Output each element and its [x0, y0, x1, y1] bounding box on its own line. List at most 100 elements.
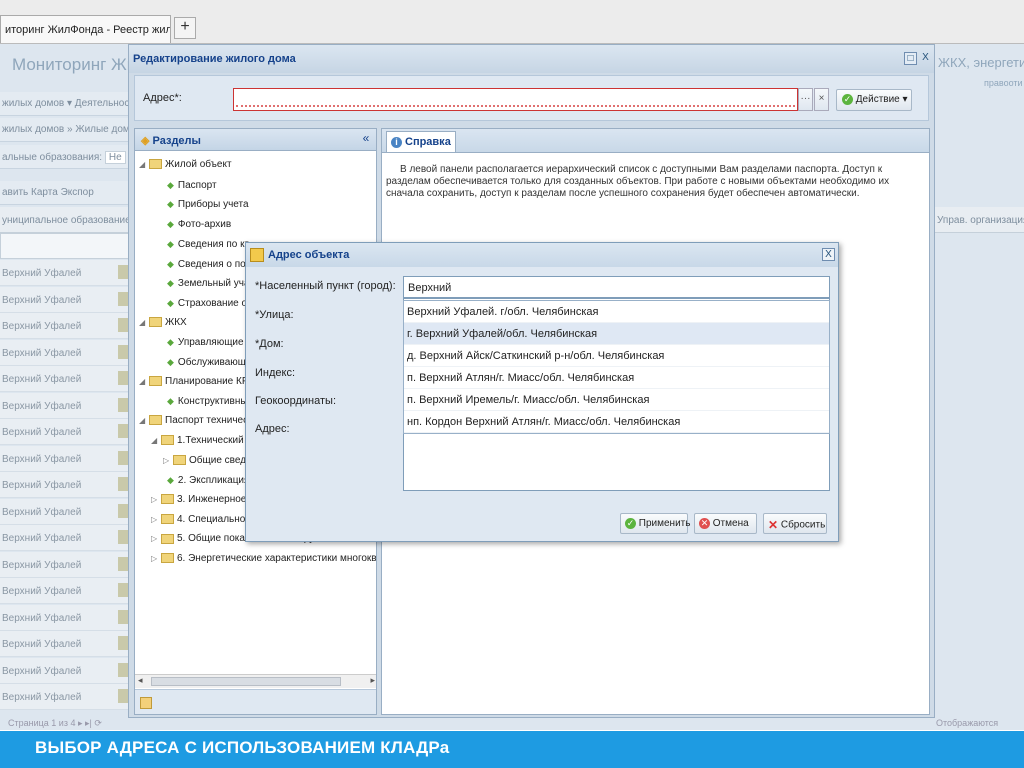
- tree-item[interactable]: ◆ Обслуживающи: [167, 353, 252, 371]
- maximize-button[interactable]: □: [904, 52, 917, 65]
- bg-table-row[interactable]: Верхний Уфалей: [0, 472, 130, 498]
- suggestion-item[interactable]: д. Верхний Айск/Саткинский р-н/обл. Челя…: [404, 345, 829, 367]
- suggestion-item[interactable]: п. Верхний Иремель/г. Миасс/обл. Челябин…: [404, 389, 829, 411]
- tree-item-label: Жилой объект: [165, 159, 232, 170]
- row-marker-icon: [118, 556, 128, 571]
- expand-arrow-icon[interactable]: ▷: [163, 452, 173, 470]
- collapse-arrow-icon[interactable]: ◢: [139, 373, 149, 391]
- tree-item[interactable]: ◆ Конструктивны: [167, 392, 248, 410]
- address-input[interactable]: [233, 88, 798, 111]
- tree-item-label: 3. Инженерное: [177, 493, 247, 505]
- collapse-arrow-icon[interactable]: ◢: [139, 156, 149, 174]
- tree-item[interactable]: ▷ 4. Специальное: [151, 511, 251, 529]
- bg-table-row[interactable]: Верхний Уфалей: [0, 339, 130, 366]
- tree-item[interactable]: ▷ 6. Энергетические характеристики многок…: [151, 550, 376, 568]
- tree-item[interactable]: ◆ Управляющие о: [167, 333, 252, 351]
- tree-item[interactable]: ▷ Общие свед: [163, 452, 246, 470]
- action-menu-button[interactable]: ✓ Действие ▾: [836, 89, 912, 111]
- apply-button[interactable]: ✓ Применить: [620, 513, 691, 534]
- tree-item[interactable]: ◆ Сведения о пом: [167, 255, 253, 273]
- bg-table-row[interactable]: Верхний Уфалей: [0, 392, 130, 419]
- scroll-left-icon[interactable]: ◂: [138, 675, 143, 686]
- reset-button[interactable]: ✕ Сбросить: [763, 513, 827, 534]
- cancel-button[interactable]: ✕ Отмена: [694, 513, 757, 534]
- app-title: Мониторинг Жил: [12, 55, 147, 74]
- collapse-arrow-icon[interactable]: ◢: [151, 432, 161, 450]
- city-label: *Населенный пункт (город):: [255, 280, 396, 292]
- tree-item[interactable]: ◆ Сведения по кв: [167, 235, 250, 253]
- tree-item[interactable]: ◢ 1.Технический п: [151, 432, 252, 450]
- new-tab-button[interactable]: +: [174, 17, 196, 39]
- bg-filter-input[interactable]: Не: [104, 151, 126, 164]
- tab-help[interactable]: i Справка: [386, 131, 456, 152]
- bg-table-row[interactable]: Верхний Уфалей: [0, 525, 130, 551]
- tree-item[interactable]: ▷ 3. Инженерное: [151, 491, 246, 509]
- row-marker-icon: [118, 583, 128, 597]
- bg-table-row[interactable]: Верхний Уфалей: [0, 578, 130, 604]
- bg-table-row[interactable]: Верхний Уфалей: [0, 286, 130, 313]
- bg-table-row[interactable]: Верхний Уфалей: [0, 366, 130, 392]
- address-label: Адрес*:: [143, 92, 182, 104]
- tree-hscrollbar[interactable]: ◂ ▸: [135, 674, 376, 688]
- app-subtitle-right: правооти: [984, 78, 1023, 88]
- tree-item[interactable]: ◢ ЖКХ: [139, 314, 187, 332]
- expand-arrow-icon[interactable]: ▷: [151, 530, 161, 548]
- row-marker-icon: [118, 397, 128, 412]
- bg-table-row[interactable]: Верхний Уфалей: [0, 419, 130, 445]
- tree-item[interactable]: ◆ 2. Экспликация: [167, 471, 249, 489]
- suggestion-item[interactable]: Верхний Уфалей. г/обл. Челябинская: [404, 301, 829, 323]
- tree-item[interactable]: ◢ Жилой объект: [139, 156, 232, 174]
- row-marker-icon: [118, 291, 128, 306]
- bg-table-row[interactable]: Верхний Уфалей: [0, 498, 130, 525]
- row-marker-icon: [118, 609, 128, 624]
- tab-help-label: Справка: [405, 136, 451, 148]
- tree-item[interactable]: ◆ Земельный уча: [167, 274, 250, 292]
- collapse-arrow-icon[interactable]: ◢: [139, 314, 149, 332]
- tree-item[interactable]: ◢ Паспорт техническ: [139, 412, 253, 430]
- tree-item-label: Планирование КР: [165, 375, 249, 387]
- bg-table-row[interactable]: Верхний Уфалей: [0, 657, 130, 684]
- address-clear-trigger[interactable]: ×: [814, 88, 829, 111]
- expand-arrow-icon[interactable]: ▷: [151, 511, 161, 529]
- close-button[interactable]: X: [919, 52, 932, 65]
- suggestion-item[interactable]: нп. Кордон Верхний Атлян/г. Миасс/обл. Ч…: [404, 411, 829, 433]
- scroll-right-icon[interactable]: ▸: [370, 675, 375, 686]
- bg-table-row[interactable]: Верхний Уфалей: [0, 445, 130, 472]
- bg-table-row[interactable]: Верхний Уфалей: [0, 551, 130, 578]
- folder-icon: [149, 376, 162, 387]
- bg-filter-label: альные образования:: [2, 152, 103, 163]
- expand-arrow-icon[interactable]: ▷: [151, 550, 161, 568]
- address-dialog-close-button[interactable]: X: [822, 248, 835, 261]
- footer-tool-icon[interactable]: [140, 697, 152, 709]
- bg-table-row[interactable]: Верхний Уфалей: [0, 604, 130, 631]
- expand-arrow-icon[interactable]: ▷: [151, 491, 161, 509]
- suggestion-item[interactable]: г. Верхний Уфалей/обл. Челябинская: [404, 323, 829, 345]
- suggestion-item[interactable]: п. Верхний Атлян/г. Миасс/обл. Челябинск…: [404, 367, 829, 389]
- bg-table-row[interactable]: Верхний Уфалей: [0, 684, 130, 710]
- address-select-trigger[interactable]: ···: [798, 88, 813, 111]
- bg-table-row[interactable]: Верхний Уфалей: [0, 260, 130, 286]
- bg-table-row[interactable]: Верхний Уфалей: [0, 631, 130, 657]
- scroll-thumb[interactable]: [151, 677, 341, 686]
- browser-tab[interactable]: иторинг ЖилФонда - Реестр жилых д...: [0, 15, 171, 43]
- leaf-icon: ◆: [167, 238, 174, 249]
- row-marker-icon: [118, 530, 128, 544]
- apply-label: Применить: [638, 518, 691, 530]
- address-dialog-title: Адрес объекта: [246, 243, 838, 267]
- check-icon: ✓: [625, 518, 636, 529]
- collapse-panel-button[interactable]: «: [359, 132, 373, 146]
- bg-toolbar: авить Карта Экспор: [0, 181, 130, 205]
- leaf-icon: ◆: [167, 199, 174, 210]
- row-marker-icon: [118, 450, 128, 465]
- tree-item[interactable]: ◆ Приборы учета: [167, 195, 249, 213]
- collapse-arrow-icon[interactable]: ◢: [139, 412, 149, 430]
- tree-item-label: Сведения о пом: [177, 258, 253, 270]
- tree-item[interactable]: ◆ Паспорт: [167, 176, 217, 194]
- tree-item[interactable]: ◆ Страхование об: [167, 294, 253, 312]
- city-input[interactable]: Верхний: [403, 276, 830, 298]
- tree-item[interactable]: ◢ Планирование КР: [139, 373, 249, 391]
- leaf-icon: ◆: [167, 297, 174, 308]
- folder-icon: [161, 553, 174, 564]
- tree-item[interactable]: ◆ Фото-архив: [167, 215, 231, 233]
- bg-table-row[interactable]: Верхний Уфалей: [0, 313, 130, 339]
